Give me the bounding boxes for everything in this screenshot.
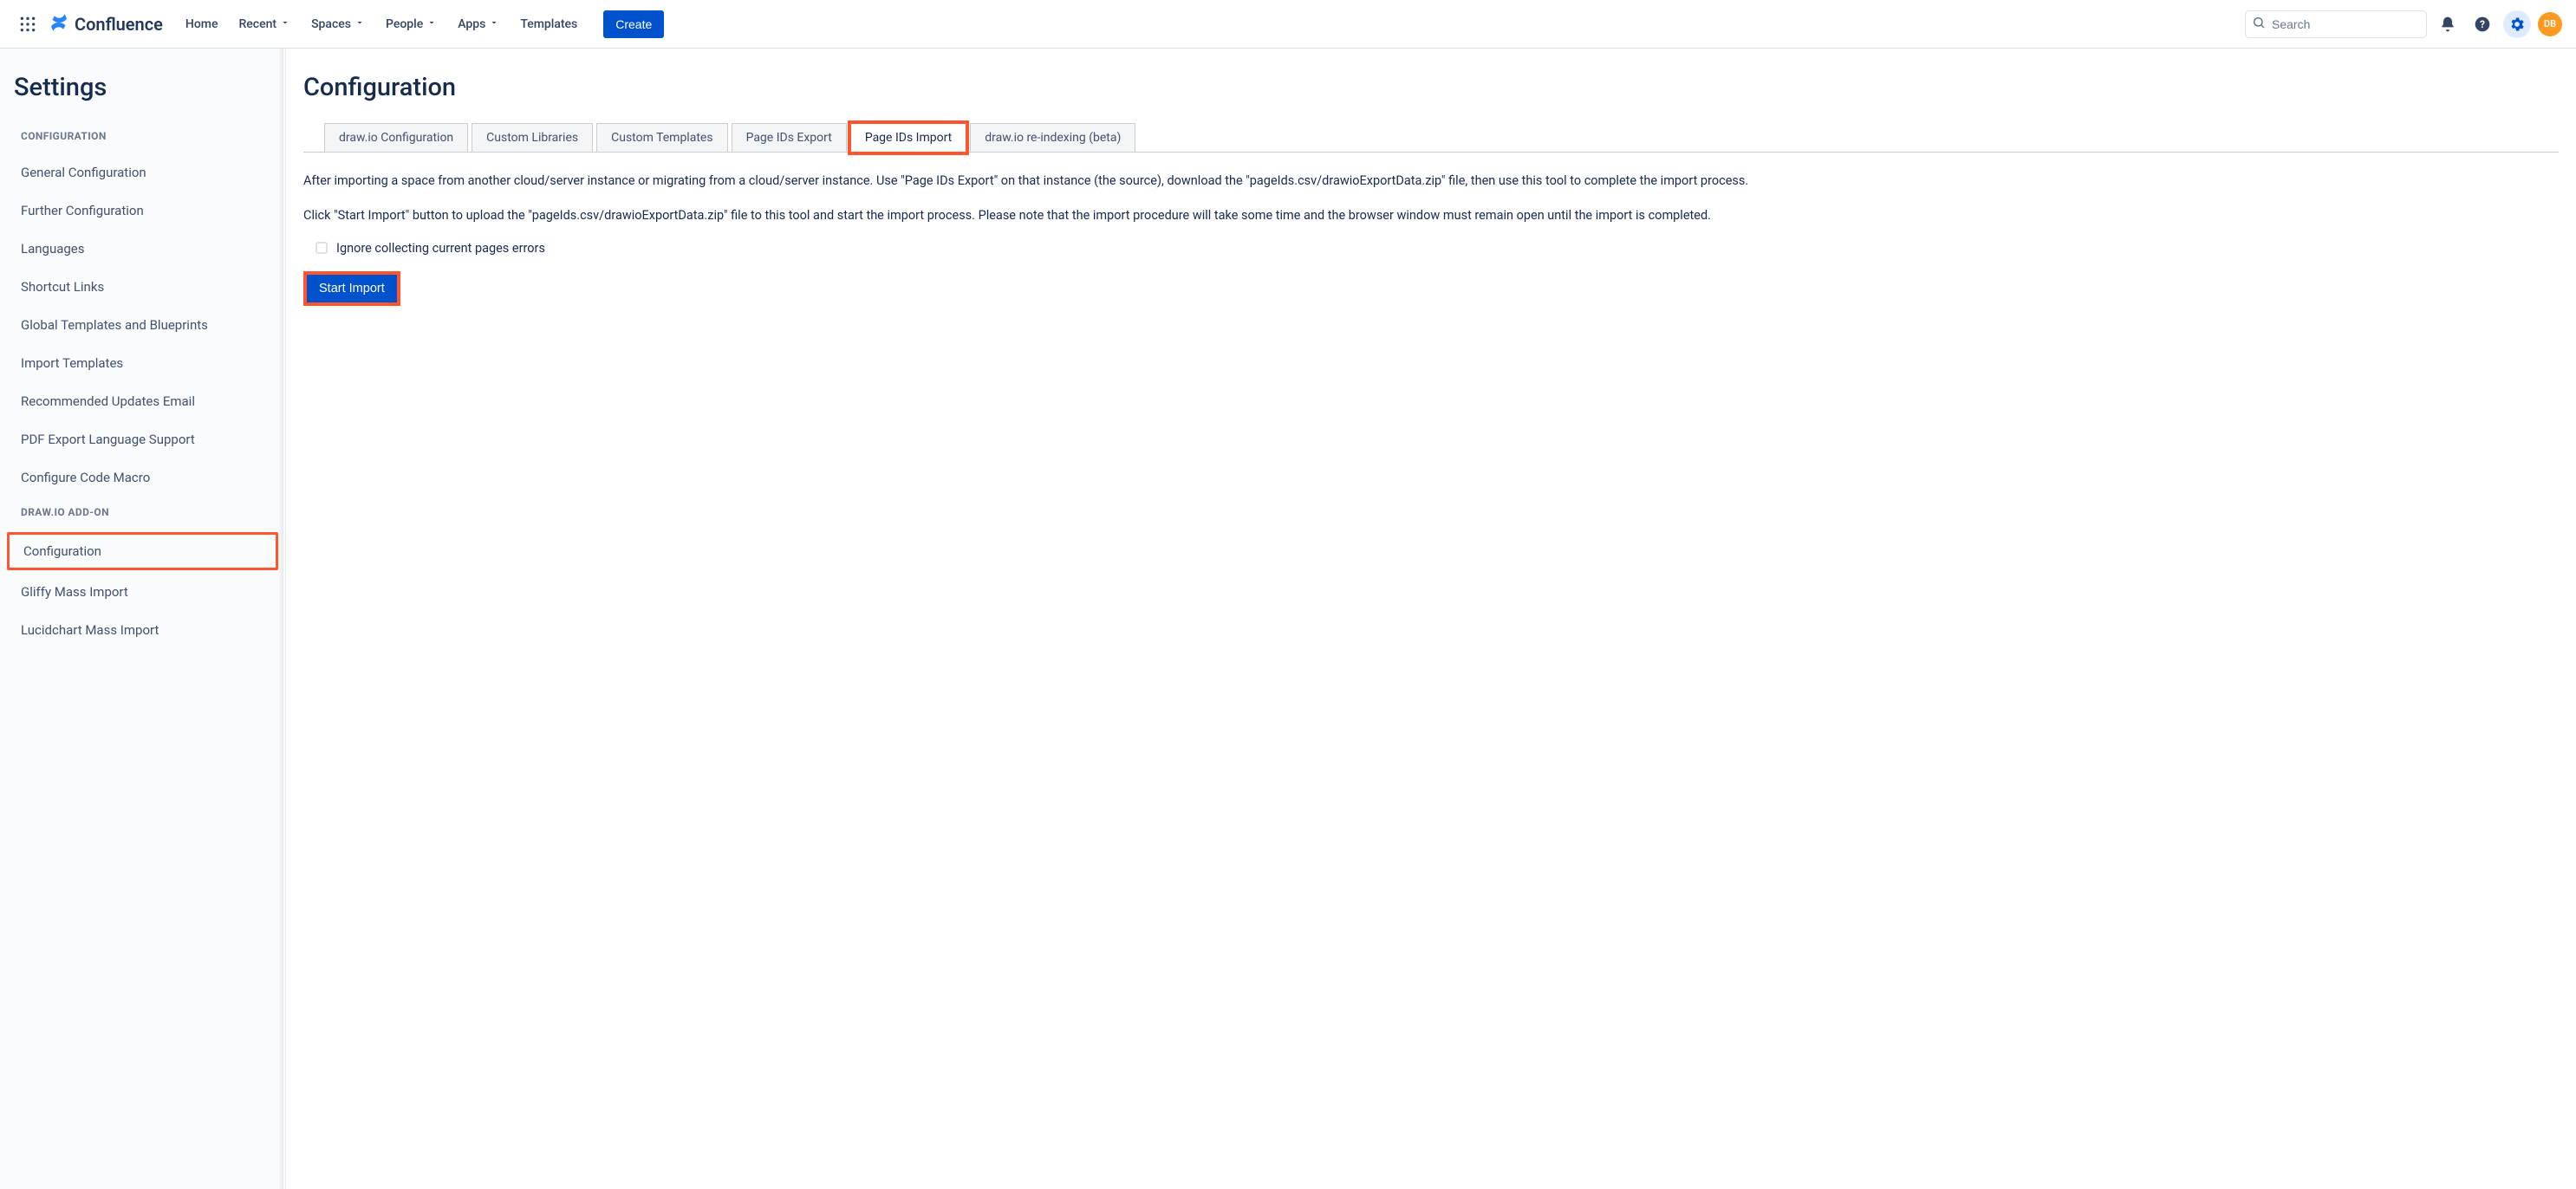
sidebar-item-import-templates[interactable]: Import Templates [7, 347, 278, 380]
sidebar-item-languages[interactable]: Languages [7, 232, 278, 265]
sidebar-section-header: DRAW.IO ADD-ON [7, 499, 278, 527]
sidebar-item-lucidchart-mass-import[interactable]: Lucidchart Mass Import [7, 614, 278, 646]
chevron-down-icon [280, 17, 290, 31]
checkbox-label: Ignore collecting current pages errors [336, 241, 545, 256]
nav-item-label: Spaces [311, 17, 351, 31]
sidebar-item-recommended-updates-email[interactable]: Recommended Updates Email [7, 385, 278, 418]
app-switcher-icon[interactable] [14, 10, 42, 38]
start-import-highlight: Start Import [303, 271, 400, 306]
notifications-icon[interactable] [2434, 10, 2462, 38]
nav-item-label: Templates [520, 17, 577, 31]
nav-item-recent[interactable]: Recent [230, 12, 299, 36]
nav-item-label: Recent [238, 17, 276, 31]
sidebar-item-further-configuration[interactable]: Further Configuration [7, 194, 278, 227]
sidebar-item-global-templates-and-blueprints[interactable]: Global Templates and Blueprints [7, 309, 278, 341]
ignore-errors-checkbox[interactable]: Ignore collecting current pages errors [315, 241, 2559, 256]
tab-page-ids-import[interactable]: Page IDs Import [850, 123, 966, 153]
sidebar-item-shortcut-links[interactable]: Shortcut Links [7, 270, 278, 303]
sidebar: Settings CONFIGURATION General Configurat… [0, 49, 286, 1189]
search-wrap [2245, 10, 2427, 38]
settings-gear-icon[interactable] [2503, 10, 2531, 38]
description-paragraph-1: After importing a space from another clo… [303, 172, 2559, 191]
main-content: Configuration draw.io ConfigurationCusto… [286, 49, 2576, 1189]
sidebar-section-header: CONFIGURATION [7, 123, 278, 151]
sidebar-item-configuration[interactable]: Configuration [7, 532, 278, 570]
nav-item-home[interactable]: Home [177, 12, 227, 36]
start-import-button[interactable]: Start Import [307, 275, 397, 302]
nav-item-people[interactable]: People [377, 12, 446, 36]
sidebar-item-gliffy-mass-import[interactable]: Gliffy Mass Import [7, 575, 278, 608]
help-icon[interactable]: ? [2469, 10, 2496, 38]
avatar[interactable]: DB [2538, 12, 2562, 36]
brand-name: Confluence [75, 14, 163, 35]
tab-draw-io-re-indexing-beta-[interactable]: draw.io re-indexing (beta) [970, 123, 1135, 153]
nav-item-label: People [386, 17, 423, 31]
nav-item-label: Home [185, 17, 218, 31]
description-paragraph-2: Click "Start Import" button to upload th… [303, 206, 2559, 225]
page-title: Settings [7, 69, 278, 123]
sidebar-item-general-configuration[interactable]: General Configuration [7, 156, 278, 189]
nav-item-label: Apps [458, 17, 485, 31]
sidebar-scroll-hint [278, 49, 283, 1189]
tab-page-ids-export[interactable]: Page IDs Export [732, 123, 847, 153]
create-button[interactable]: Create [603, 10, 664, 38]
svg-text:?: ? [2480, 18, 2485, 30]
main-heading: Configuration [303, 73, 2559, 102]
search-icon [2252, 16, 2266, 33]
nav-item-apps[interactable]: Apps [449, 12, 508, 36]
search-input[interactable] [2245, 10, 2427, 38]
brand[interactable]: Confluence [49, 12, 163, 36]
tab-draw-io-configuration[interactable]: draw.io Configuration [324, 123, 468, 153]
tabs-lead-space [303, 123, 324, 153]
chevron-down-icon [355, 17, 365, 31]
chevron-down-icon [489, 17, 499, 31]
top-nav: Confluence Home Recent Spaces People Apps Tem… [0, 0, 2576, 49]
confluence-logo-icon [49, 12, 69, 36]
tabs-row: draw.io ConfigurationCustom LibrariesCus… [303, 123, 2559, 153]
sidebar-item-pdf-export-language-support[interactable]: PDF Export Language Support [7, 423, 278, 456]
tab-custom-templates[interactable]: Custom Templates [596, 123, 727, 153]
chevron-down-icon [426, 17, 437, 31]
checkbox-icon [315, 242, 328, 254]
nav-item-templates[interactable]: Templates [511, 12, 586, 36]
tab-custom-libraries[interactable]: Custom Libraries [472, 123, 593, 153]
sidebar-item-configure-code-macro[interactable]: Configure Code Macro [7, 461, 278, 494]
description-block: After importing a space from another clo… [303, 172, 2559, 225]
nav-items-row: Home Recent Spaces People Apps Templates [177, 12, 586, 36]
nav-item-spaces[interactable]: Spaces [302, 12, 374, 36]
